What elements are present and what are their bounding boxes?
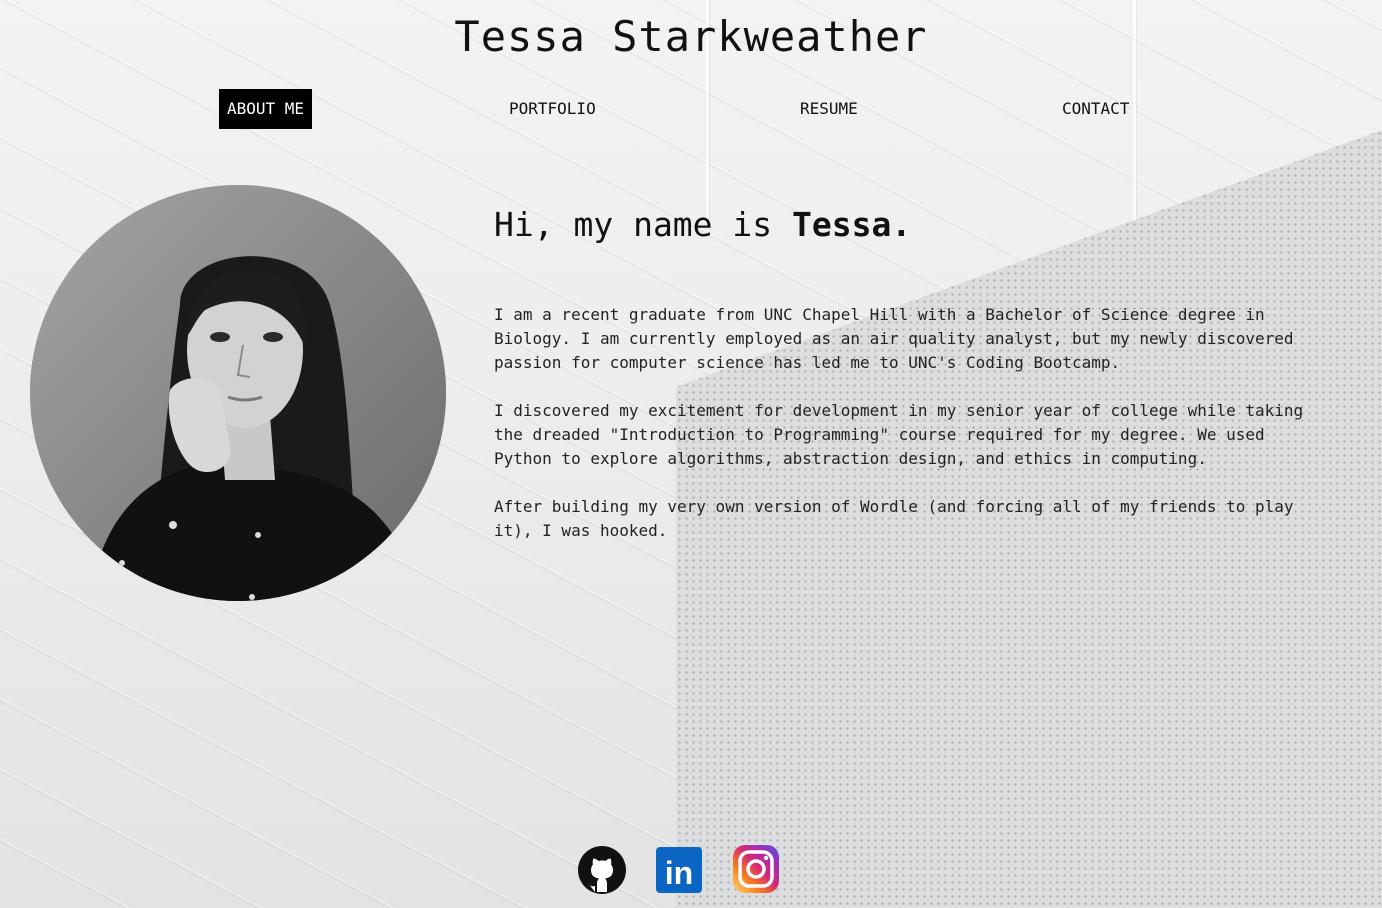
site-title: Tessa Starkweather [454,12,928,61]
intro-heading: Hi, my name is Tessa. [494,205,911,244]
intro-heading-name: Tessa. [792,205,912,244]
linkedin-link[interactable]: in [656,847,702,893]
main-nav: ABOUT ME PORTFOLIO RESUME CONTACT [0,89,1382,129]
profile-photo-illustration [30,185,446,601]
linkedin-icon: in [656,847,702,893]
nav-about-me[interactable]: ABOUT ME [219,89,313,129]
social-links: in [0,842,1382,898]
bio-paragraph: I discovered my excitement for developme… [494,401,1304,468]
nav-resume[interactable]: RESUME [792,89,866,129]
nav-contact[interactable]: CONTACT [1054,89,1137,129]
github-icon [578,846,626,894]
intro-heading-prefix: Hi, my name is [494,205,793,244]
bio-text: I am a recent graduate from UNC Chapel H… [494,303,1314,567]
bio-paragraph: After building my very own version of Wo… [494,497,1294,540]
instagram-icon [733,845,779,893]
nav-portfolio[interactable]: PORTFOLIO [501,89,604,129]
instagram-link[interactable] [732,843,780,895]
linkedin-icon-text: in [665,855,693,891]
profile-photo [30,185,446,601]
bio-paragraph: I am a recent graduate from UNC Chapel H… [494,305,1294,372]
github-link[interactable] [576,844,628,896]
